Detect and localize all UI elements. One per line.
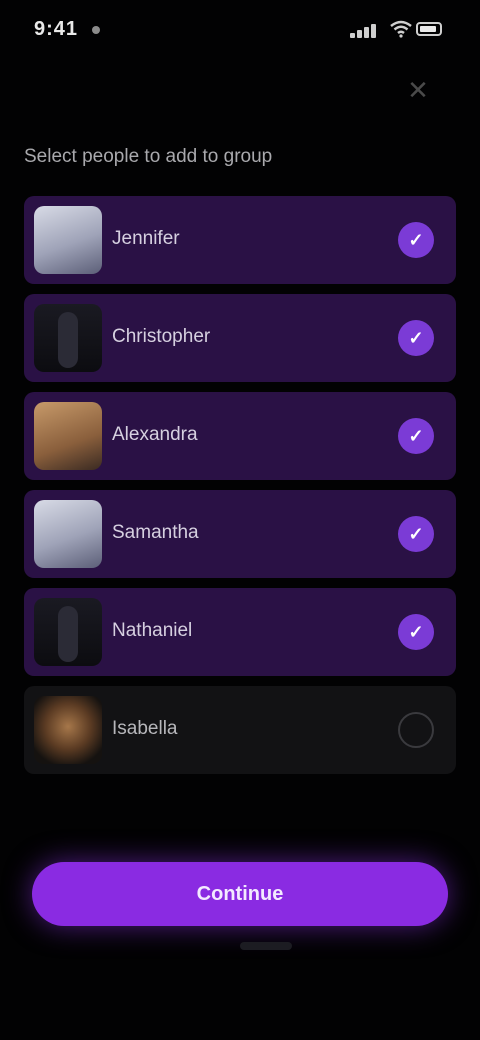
continue-button[interactable]: Continue	[32, 862, 448, 926]
person-name: Christopher	[112, 326, 211, 347]
list-item[interactable]: Jennifer ✓	[24, 196, 456, 284]
signal-icon	[350, 22, 380, 38]
section-title: Select people to add to group	[24, 146, 273, 167]
home-indicator	[240, 942, 292, 950]
status-indicator-dot	[92, 26, 100, 34]
avatar	[34, 402, 102, 470]
checkmark-icon[interactable]: ✓	[398, 516, 434, 552]
avatar	[34, 500, 102, 568]
person-name: Isabella	[112, 718, 178, 739]
list-item[interactable]: Samantha ✓	[24, 490, 456, 578]
person-name: Jennifer	[112, 228, 180, 249]
status-bar: 9:41	[0, 0, 480, 60]
unchecked-circle-icon[interactable]: ✓	[398, 712, 434, 748]
avatar	[34, 696, 102, 764]
person-name: Samantha	[112, 522, 199, 543]
avatar	[34, 598, 102, 666]
close-icon: ✕	[407, 74, 429, 105]
checkmark-icon[interactable]: ✓	[398, 614, 434, 650]
person-name: Nathaniel	[112, 620, 193, 641]
close-button[interactable]: ✕	[400, 72, 436, 108]
avatar	[34, 206, 102, 274]
list-item[interactable]: Christopher ✓	[24, 294, 456, 382]
list-item[interactable]: Isabella ✓	[24, 686, 456, 774]
wifi-icon	[390, 20, 412, 38]
screen: 9:41 ✕ Select people to add to group Jen…	[0, 0, 480, 1040]
checkmark-icon[interactable]: ✓	[398, 418, 434, 454]
checkmark-icon[interactable]: ✓	[398, 222, 434, 258]
person-name: Alexandra	[112, 424, 198, 445]
battery-icon	[416, 22, 442, 36]
list-item[interactable]: Nathaniel ✓	[24, 588, 456, 676]
list-item[interactable]: Alexandra ✓	[24, 392, 456, 480]
checkmark-icon[interactable]: ✓	[398, 320, 434, 356]
avatar	[34, 304, 102, 372]
people-list: Jennifer ✓ Christopher ✓ Alexandra ✓ Sam…	[24, 196, 456, 784]
status-time: 9:41	[34, 18, 79, 40]
